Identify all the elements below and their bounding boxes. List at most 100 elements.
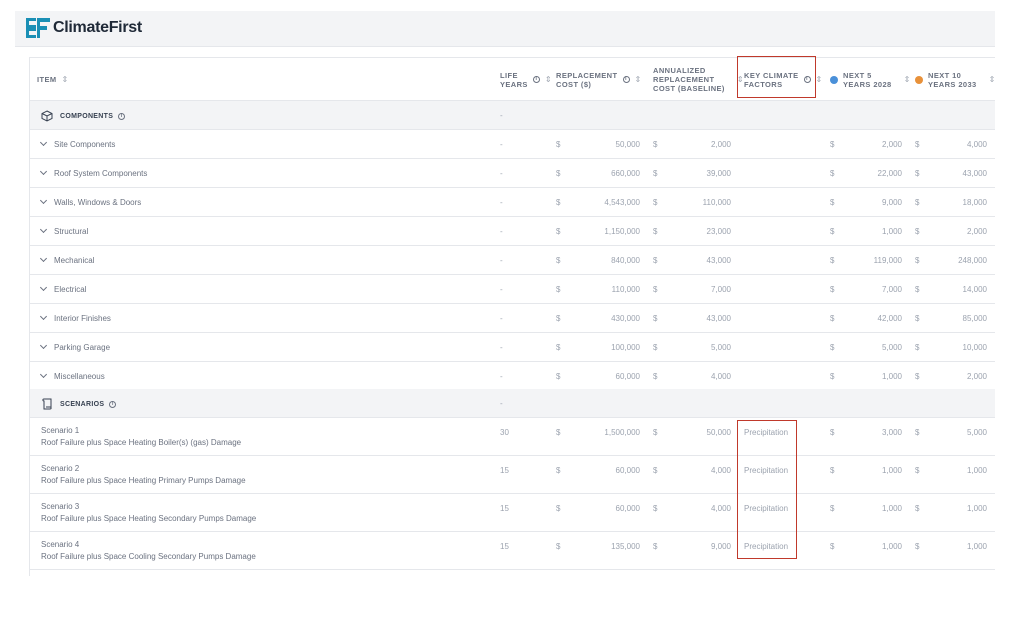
table-row[interactable]: Scenario 4 Roof Failure plus Space Coolin… <box>30 532 995 570</box>
scenario-name[interactable]: Scenario 2 Roof Failure plus Space Heatin… <box>41 464 246 485</box>
currency-symbol: $ <box>915 343 920 352</box>
scenario-name[interactable]: Scenario 3 Roof Failure plus Space Heatin… <box>41 502 256 523</box>
life-years: 15 <box>500 542 509 551</box>
sort-icon[interactable]: ⇕ <box>635 75 642 84</box>
currency-symbol: $ <box>556 504 561 513</box>
replacement-cost: 4,543,000 <box>604 198 640 207</box>
info-icon[interactable]: i <box>803 76 811 83</box>
scenario-description: Roof Failure plus Space Heating Secondar… <box>41 514 257 523</box>
next-5-years-value: 42,000 <box>877 314 902 323</box>
currency-symbol: $ <box>556 140 561 149</box>
col-annualized-cost[interactable]: ANNUALIZED REPLACEMENT COST (BASELINE) ⇕ <box>653 58 744 101</box>
scenario-title: Scenario 2 <box>41 464 80 473</box>
table-row[interactable]: Site Components - $50,000 $2,000 $2,000 $4,00… <box>30 130 995 159</box>
chevron-down-icon[interactable] <box>39 370 48 379</box>
info-icon[interactable]: i <box>109 400 117 408</box>
sort-icon[interactable]: ⇕ <box>545 75 552 84</box>
col-next-10-years[interactable]: NEXT 10 YEARS 2033 ⇕ <box>915 58 995 101</box>
table-row[interactable]: Scenario 2 Roof Failure plus Space Heatin… <box>30 456 995 494</box>
col-life-years[interactable]: LIFE YEARS i ⇕ <box>500 58 552 101</box>
component-name[interactable]: Roof System Components <box>39 167 147 178</box>
table-row[interactable]: Electrical - $110,000 $7,000 $7,000 $14,000 <box>30 275 995 304</box>
info-icon[interactable]: i <box>622 76 630 83</box>
chevron-down-icon[interactable] <box>39 341 48 350</box>
replacement-cost: 50,000 <box>615 140 640 149</box>
currency-symbol: $ <box>915 372 920 381</box>
replacement-cost: 135,000 <box>611 542 640 551</box>
next-10-years-value: 14,000 <box>962 285 987 294</box>
next-5-years-value: 22,000 <box>877 169 902 178</box>
currency-symbol: $ <box>653 198 658 207</box>
sort-icon[interactable]: ⇕ <box>62 75 69 84</box>
currency-symbol: $ <box>915 285 920 294</box>
chevron-down-icon[interactable] <box>39 254 48 263</box>
chevron-down-icon[interactable] <box>39 138 48 147</box>
life-years: - <box>500 343 503 352</box>
col-key-climate-factors[interactable]: KEY CLIMATE FACTORS i ⇕ <box>744 58 823 101</box>
table-row[interactable]: Structural - $1,150,000 $23,000 $1,000 $2,000 <box>30 217 995 246</box>
life-years: - <box>500 198 503 207</box>
currency-symbol: $ <box>556 428 561 437</box>
component-name[interactable]: Walls, Windows & Doors <box>39 196 141 207</box>
chevron-down-icon[interactable] <box>39 196 48 205</box>
replacement-cost: 430,000 <box>611 314 640 323</box>
currency-symbol: $ <box>915 428 920 437</box>
currency-symbol: $ <box>556 343 561 352</box>
info-icon[interactable]: i <box>532 76 540 83</box>
next-5-years-value: 9,000 <box>881 198 902 207</box>
table-row[interactable]: Miscellaneous - $60,000 $4,000 $1,000 $2,000 <box>30 362 995 391</box>
col-item[interactable]: ITEM ⇕ <box>37 58 69 101</box>
annualized-cost: 43,000 <box>706 256 731 265</box>
chevron-down-icon[interactable] <box>39 225 48 234</box>
component-label: Parking Garage <box>54 343 111 352</box>
sort-icon[interactable]: ⇕ <box>904 75 911 84</box>
info-icon[interactable]: i <box>118 112 126 120</box>
currency-symbol: $ <box>556 285 561 294</box>
chevron-down-icon[interactable] <box>39 167 48 176</box>
next-5-years-value: 2,000 <box>881 140 902 149</box>
currency-symbol: $ <box>830 285 835 294</box>
next-10-years-value: 1,000 <box>966 466 987 475</box>
replacement-cost: 60,000 <box>615 372 640 381</box>
col-replacement-cost[interactable]: REPLACEMENT COST ($) i ⇕ <box>556 58 642 101</box>
scenario-name[interactable]: Scenario 4 Roof Failure plus Space Coolin… <box>41 540 256 561</box>
table-row[interactable]: Walls, Windows & Doors - $4,543,000 $110,00… <box>30 188 995 217</box>
sort-icon[interactable]: ⇕ <box>989 75 995 84</box>
currency-symbol: $ <box>915 504 920 513</box>
scenario-description: Roof Failure plus Space Heating Boiler(s… <box>41 438 242 447</box>
scenario-title: Scenario 1 <box>41 426 80 435</box>
table-row[interactable]: Roof System Components - $660,000 $39,000 $2… <box>30 159 995 188</box>
currency-symbol: $ <box>556 372 561 381</box>
component-name[interactable]: Electrical <box>39 283 86 294</box>
life-years: - <box>500 256 503 265</box>
life-years: - <box>500 169 503 178</box>
currency-symbol: $ <box>830 198 835 207</box>
component-name[interactable]: Structural <box>39 225 88 236</box>
scroll-icon <box>42 398 52 410</box>
scenario-name[interactable]: Scenario 1 Roof Failure plus Space Heatin… <box>41 426 241 447</box>
brand-logo[interactable]: ClimateFirst <box>26 18 142 38</box>
component-name[interactable]: Miscellaneous <box>39 370 105 381</box>
table-row[interactable]: Parking Garage - $100,000 $5,000 $5,000 $10,0… <box>30 333 995 362</box>
component-name[interactable]: Mechanical <box>39 254 94 265</box>
col-next-5-years[interactable]: NEXT 5 YEARS 2028 ⇕ <box>830 58 911 101</box>
next-5-years-value: 1,000 <box>881 504 902 513</box>
chevron-down-icon[interactable] <box>39 283 48 292</box>
chevron-down-icon[interactable] <box>39 312 48 321</box>
component-label: Miscellaneous <box>54 372 105 381</box>
component-name[interactable]: Site Components <box>39 138 115 149</box>
sort-icon[interactable]: ⇕ <box>737 75 744 84</box>
table-row[interactable]: Mechanical - $840,000 $43,000 $119,000 $248,0… <box>30 246 995 275</box>
currency-symbol: $ <box>915 198 920 207</box>
component-name[interactable]: Parking Garage <box>39 341 111 352</box>
next-10-years-value: 18,000 <box>962 198 987 207</box>
sort-icon[interactable]: ⇕ <box>816 75 823 84</box>
next-10-years-value: 1,000 <box>966 504 987 513</box>
currency-symbol: $ <box>915 466 920 475</box>
component-name[interactable]: Interior Finishes <box>39 312 111 323</box>
currency-symbol: $ <box>830 542 835 551</box>
table-row[interactable]: Scenario 1 Roof Failure plus Space Heatin… <box>30 418 995 456</box>
table-row[interactable]: Scenario 3 Roof Failure plus Space Heatin… <box>30 494 995 532</box>
currency-symbol: $ <box>915 140 920 149</box>
table-row[interactable]: Interior Finishes - $430,000 $43,000 $42,000… <box>30 304 995 333</box>
